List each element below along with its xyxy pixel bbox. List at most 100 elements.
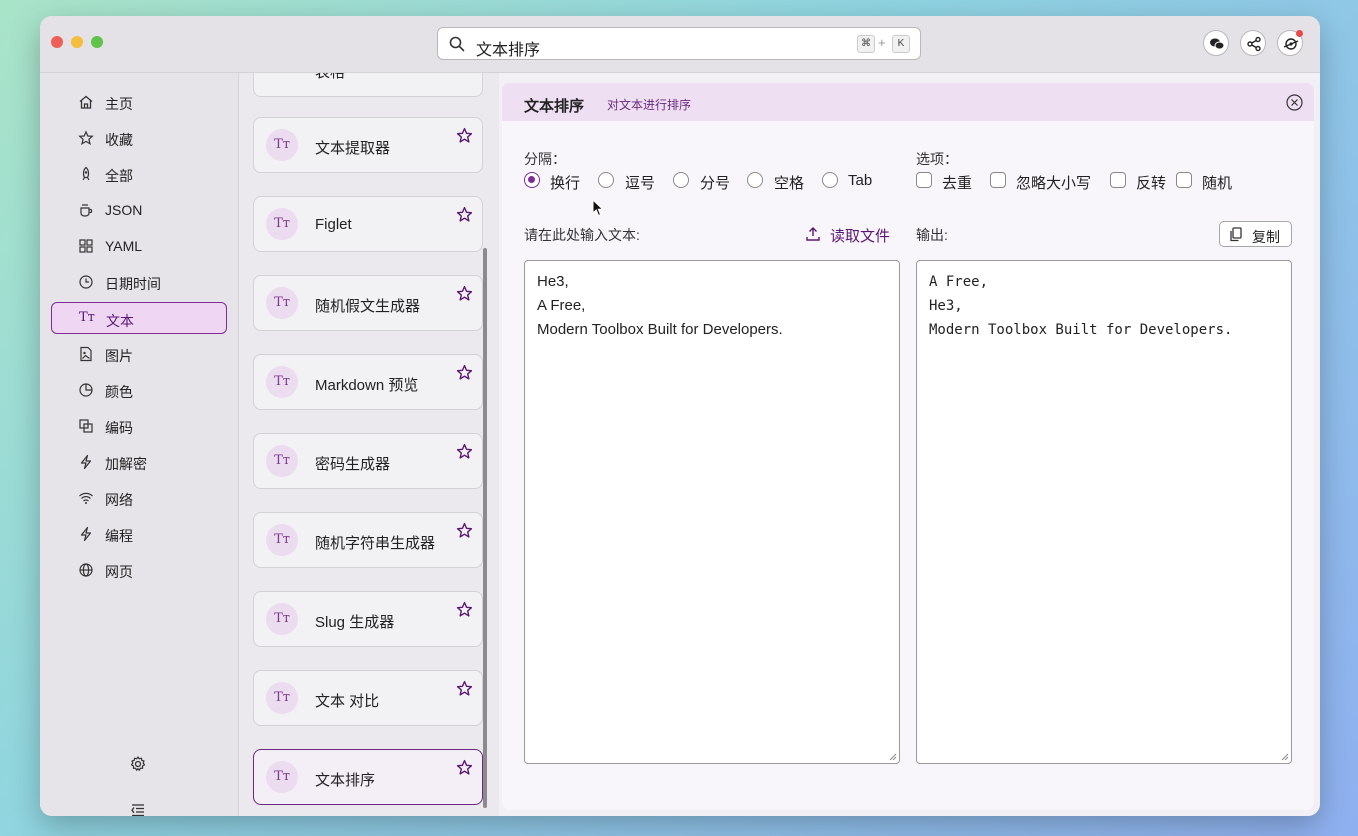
radio-comma[interactable] [598,172,614,188]
tool-list-scrollbar[interactable] [483,248,487,808]
sync-settings-button[interactable] [1277,30,1303,56]
tool-card-password[interactable]: Tт 密码生成器 [253,433,483,489]
tool-card-text-sort[interactable]: Tт 文本排序 [253,749,483,805]
search-input[interactable]: 文本排序 ⌘ + K [437,27,921,60]
share-button[interactable] [1240,30,1266,56]
panel-title: 文本排序 [524,98,585,115]
copy-button[interactable]: 复制 [1219,221,1292,247]
favorite-star-icon[interactable] [456,364,473,381]
search-text: 文本排序 [476,42,541,59]
copy-icon [1230,227,1242,242]
favorite-star-icon[interactable] [456,206,473,223]
sidebar-item-favorites[interactable]: 收藏 [51,122,227,154]
output-label: 输出: [916,227,948,243]
favorite-star-icon[interactable] [456,443,473,460]
sidebar-item-label: 日期时间 [105,276,161,292]
sidebar-item-label: 收藏 [105,132,133,148]
favorite-star-icon[interactable] [456,759,473,776]
sidebar-item-datetime[interactable]: 日期时间 [51,266,227,298]
tool-card-markdown[interactable]: Tт Markdown 预览 [253,354,483,410]
close-window-button[interactable] [51,36,63,48]
image-file-icon [80,346,92,362]
tool-card-figlet[interactable]: Tт Figlet [253,196,483,252]
sidebar-item-yaml[interactable]: YAML [51,230,227,262]
text-tool-icon: Tт [266,129,298,161]
sidebar-item-crypto[interactable]: 加解密 [51,446,227,478]
tool-card-label: 文本排序 [315,772,376,789]
favorite-star-icon[interactable] [456,285,473,302]
text-tool-icon: Tт [266,524,298,556]
tool-list: 表格 Tт 文本提取器 Tт Figlet Tт 随机假文生成器 Tт Mark… [239,73,499,816]
sidebar-item-label: 网络 [105,492,133,508]
tool-card-label: Slug 生成器 [315,614,395,631]
tool-card-lorem[interactable]: Tт 随机假文生成器 [253,275,483,331]
tool-card-label: 随机字符串生成器 [315,535,436,552]
settings-gear-icon[interactable] [129,755,147,773]
upload-icon [806,227,820,241]
tool-card-label: 文本 对比 [315,693,380,710]
favorite-star-icon[interactable] [456,680,473,697]
checkbox-dedupe[interactable] [916,172,932,188]
tool-card-text-extractor[interactable]: Tт 文本提取器 [253,117,483,173]
checkbox-ignore-case[interactable] [990,172,1006,188]
sidebar-item-web[interactable]: 网页 [51,554,227,586]
close-icon[interactable] [1286,94,1303,111]
collapse-menu-icon[interactable] [129,801,147,816]
tool-card-label: Markdown 预览 [315,377,419,394]
checkbox-random[interactable] [1176,172,1192,188]
sidebar-item-label: 加解密 [105,456,147,472]
checkbox-label: 反转 [1136,175,1167,192]
sidebar-item-all[interactable]: 全部 [51,158,227,190]
sidebar-item-encoding[interactable]: 编码 [51,410,227,442]
output-textarea[interactable]: A Free, He3, Modern Toolbox Built for De… [916,260,1292,764]
wechat-button[interactable] [1203,30,1229,56]
k-key-hint: K [892,35,910,53]
tool-card-label: 密码生成器 [315,456,391,473]
key-plus: + [878,35,886,50]
checkbox-label: 忽略大小写 [1016,175,1092,192]
copy-label: 复制 [1252,229,1280,245]
sidebar-item-home[interactable]: 主页 [51,86,227,118]
input-textarea[interactable]: He3, A Free, Modern Toolbox Built for De… [524,260,900,764]
sidebar-item-json[interactable]: JSON [51,194,227,226]
resize-grip-icon[interactable] [1281,753,1289,761]
titlebar: 文本排序 ⌘ + K [40,16,1320,73]
favorite-star-icon[interactable] [456,127,473,144]
app-window: 文本排序 ⌘ + K 主页 收藏 全部 JSON YAML 日期时间 Tт 文本… [40,16,1320,816]
favorite-star-icon[interactable] [456,522,473,539]
text-icon: Tт [79,310,95,325]
sidebar-item-image[interactable]: 图片 [51,338,227,370]
tool-card-text-diff[interactable]: Tт 文本 对比 [253,670,483,726]
text-tool-icon: Tт [266,761,298,793]
clock-icon [79,275,93,289]
text-tool-icon: Tт [266,445,298,477]
resize-grip-icon[interactable] [889,753,897,761]
bolt-icon [80,454,92,470]
sidebar-item-color[interactable]: 颜色 [51,374,227,406]
radio-label: Tab [848,172,873,189]
tool-card-slug[interactable]: Tт Slug 生成器 [253,591,483,647]
home-icon [79,95,93,109]
sidebar-item-network[interactable]: 网络 [51,482,227,514]
text-tool-icon: Tт [266,287,298,319]
sidebar-item-programming[interactable]: 编程 [51,518,227,550]
radio-space[interactable] [747,172,763,188]
favorite-star-icon[interactable] [456,601,473,618]
checkbox-reverse[interactable] [1110,172,1126,188]
options-label: 选项： [916,151,958,167]
zoom-window-button[interactable] [91,36,103,48]
text-tool-icon: Tт [266,208,298,240]
panel-header: 文本排序 对文本进行排序 [502,83,1314,121]
sidebar-item-label: YAML [105,238,143,254]
panel-subtitle: 对文本进行排序 [607,98,692,112]
separator-label: 分隔： [524,151,566,167]
sidebar-item-text[interactable]: Tт 文本 [51,302,227,334]
radio-semicolon[interactable] [673,172,689,188]
radio-newline[interactable] [524,172,540,188]
tool-card-random-string[interactable]: Tт 随机字符串生成器 [253,512,483,568]
checkbox-label: 随机 [1202,175,1233,192]
radio-tab[interactable] [822,172,838,188]
minimize-window-button[interactable] [71,36,83,48]
input-label: 请在此处输入文本: [524,227,640,243]
tool-card-table[interactable]: 表格 [253,73,483,97]
